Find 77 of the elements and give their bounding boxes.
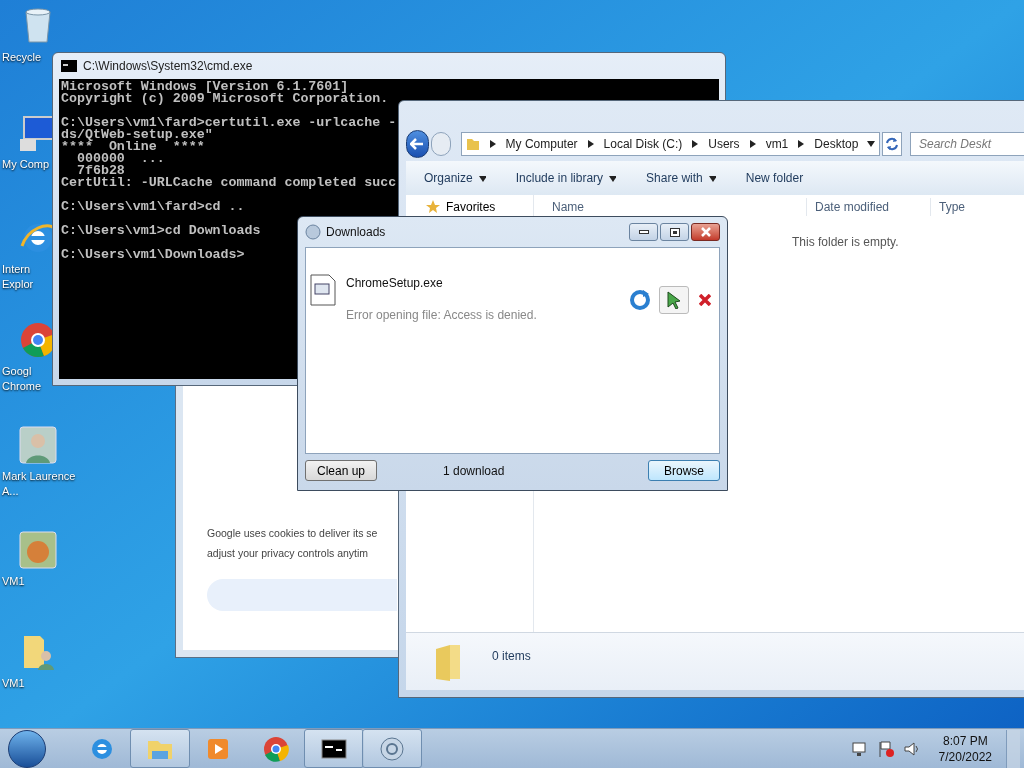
- clock-date: 7/20/2022: [938, 748, 992, 765]
- minimize-button[interactable]: [629, 223, 658, 241]
- console-line: C:\Users\vm1\fard>certutil.exe -urlcache -: [61, 117, 397, 129]
- refresh-button[interactable]: [882, 132, 902, 156]
- chevron-icon: [748, 140, 757, 148]
- pet-photo-icon: [18, 530, 58, 570]
- breadcrumb-item[interactable]: Users: [708, 135, 740, 153]
- console-line: ds/QtWeb-setup.exe": [61, 129, 213, 141]
- nav-pane-item[interactable]: Favorites: [446, 198, 496, 216]
- console-line: Copyright (c) 2009 Microsoft Corporation.: [61, 93, 389, 105]
- exe-file-icon: [310, 274, 336, 306]
- refresh-arrows-icon: [885, 137, 900, 151]
- cursor-arrow-icon: [667, 291, 681, 309]
- cookie-notice-text: Google uses cookies to deliver its se adjust your privacy controls anytim: [207, 526, 378, 561]
- toolbar-button[interactable]: Share with: [646, 169, 716, 187]
- folder-icon: [465, 137, 480, 151]
- empty-folder-message: This folder is empty.: [792, 235, 899, 249]
- close-button[interactable]: [691, 223, 720, 241]
- item-count: 0 items: [492, 648, 531, 665]
- dropdown-arrow-icon: [609, 174, 617, 182]
- window-title: C:\Windows\System32\cmd.exe: [83, 58, 253, 75]
- window-title: Downloads: [326, 224, 386, 241]
- console-line: C:\Users\vm1>cd Downloads: [61, 225, 261, 237]
- chrome-icon: [262, 734, 290, 763]
- search-field[interactable]: Search Deskt: [910, 132, 1024, 156]
- download-count: 1 download: [443, 462, 505, 480]
- desktop-icon-label[interactable]: My Comp: [2, 157, 50, 172]
- network-icon: [850, 740, 869, 757]
- breadcrumb-item[interactable]: vm1: [765, 135, 789, 153]
- clean-up-button[interactable]: Clean up: [305, 460, 377, 481]
- remove-x-icon: [699, 294, 711, 306]
- file-name: ChromeSetup.exe: [346, 275, 444, 292]
- address-bar[interactable]: My Computer Local Disk (C:) Users vm1 Desktop: [460, 132, 881, 156]
- taskbar-button[interactable]: [304, 729, 364, 768]
- desktop-icon-label[interactable]: Recycle: [2, 50, 50, 65]
- console-line: **** Online ****: [61, 141, 205, 153]
- breadcrumb-item[interactable]: My Computer: [505, 135, 578, 153]
- console-line: 000000 ...: [75, 153, 165, 165]
- console-line: C:\Users\vm1\fard>cd ..: [61, 201, 245, 213]
- close-icon: [700, 227, 711, 237]
- maximize-button[interactable]: [660, 223, 689, 241]
- speaker-icon: [902, 740, 921, 757]
- console-line: Microsoft Windows [Version 6.1.7601]: [61, 81, 349, 93]
- download-status: Error opening file: Access is denied.: [346, 307, 537, 324]
- start-button[interactable]: [8, 729, 46, 768]
- dropdown-arrow-icon: [708, 174, 716, 182]
- column-header[interactable]: Date modified: [806, 198, 930, 216]
- maximize-icon: [669, 227, 680, 237]
- arrow-left-icon: [410, 138, 425, 150]
- breadcrumb-item[interactable]: Local Disk (C:): [603, 135, 683, 153]
- minimize-icon: [638, 230, 649, 234]
- toolbar-button[interactable]: Include in library: [515, 169, 617, 187]
- retry-icon: [629, 289, 651, 311]
- flag-with-error-icon: [876, 739, 895, 758]
- remove-button[interactable]: [697, 292, 713, 308]
- browse-button[interactable]: Browse: [648, 460, 720, 481]
- open-file-button[interactable]: [659, 286, 689, 314]
- column-header[interactable]: Name: [534, 198, 806, 216]
- toolbar-button[interactable]: Organize: [424, 169, 486, 187]
- dropdown-arrow-icon: [867, 140, 876, 148]
- chevron-icon: [488, 140, 497, 148]
- person-silhouette-icon: [18, 425, 58, 465]
- desktop-icon-label[interactable]: Intern Explor: [2, 262, 50, 292]
- chevron-icon: [691, 140, 700, 148]
- console-line: 7f6b28: [76, 165, 125, 177]
- back-button[interactable]: [406, 130, 429, 158]
- column-header[interactable]: Type: [930, 198, 1024, 216]
- console-line: CertUtil: -URLCache command completed succ: [61, 177, 397, 189]
- clock-time: 8:07 PM: [942, 732, 988, 749]
- star-icon: [426, 200, 440, 214]
- chevron-icon: [797, 140, 806, 148]
- chevron-icon: [586, 140, 595, 148]
- console-icon: [61, 60, 77, 72]
- breadcrumb-item[interactable]: Desktop: [814, 135, 859, 153]
- dropdown-arrow-icon: [478, 174, 486, 182]
- console-line: C:\Users\vm1\Downloads>: [61, 249, 245, 261]
- toolbar-button[interactable]: New folder: [745, 169, 804, 187]
